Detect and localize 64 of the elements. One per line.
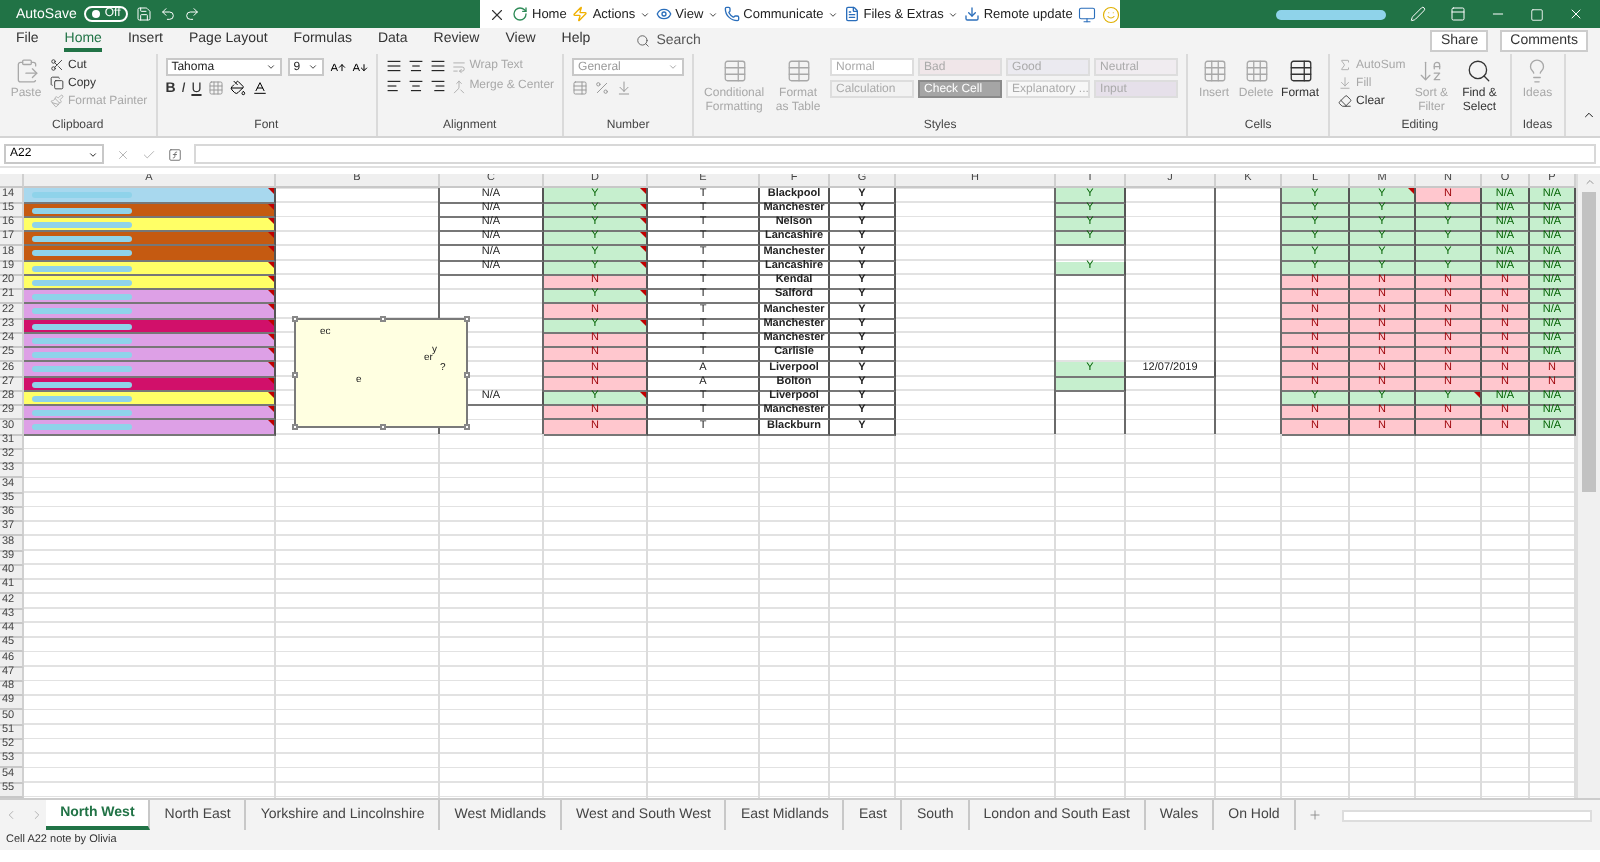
redo-icon — [184, 6, 201, 22]
sort-icon — [1418, 58, 1445, 84]
function-icon — [168, 147, 182, 161]
eye-icon — [655, 6, 672, 22]
phone-icon — [723, 6, 740, 22]
search-icon — [1466, 58, 1493, 84]
save-icon — [136, 6, 153, 22]
align-middle-icon — [407, 58, 424, 74]
scroll-up-icon — [1583, 176, 1595, 188]
paintbrush-icon — [50, 94, 64, 108]
wrap-text-icon — [451, 59, 466, 73]
increase-font-icon — [329, 59, 346, 75]
close-icon — [1568, 6, 1584, 22]
select-all-corner[interactable] — [0, 174, 24, 189]
lightning-icon — [572, 6, 589, 22]
clipboard-icon — [13, 58, 39, 84]
fill-icon — [1338, 76, 1353, 90]
caret-icon — [707, 9, 718, 19]
percent-icon — [594, 80, 611, 96]
next-sheet-icon — [29, 808, 44, 822]
maximize-icon — [1530, 7, 1544, 21]
ribbon-display-icon — [1450, 6, 1466, 22]
cancel-icon — [116, 147, 130, 161]
decrease-font-icon — [351, 59, 368, 75]
caret-icon — [827, 9, 838, 19]
eraser-icon — [1338, 94, 1353, 108]
table-icon — [785, 58, 812, 84]
font-color-icon — [251, 80, 268, 96]
fill-color-icon — [229, 80, 246, 96]
enter-icon — [142, 147, 156, 161]
caret-icon — [639, 9, 650, 19]
caret-icon — [668, 62, 679, 72]
align-right-icon — [429, 78, 446, 94]
previous-sheet-icon — [3, 808, 18, 822]
search-icon — [636, 34, 651, 48]
formula-input[interactable] — [194, 144, 1596, 164]
copy-icon — [50, 76, 64, 90]
borders-icon — [207, 80, 224, 96]
caret-icon — [947, 9, 958, 19]
refresh-icon — [512, 6, 528, 22]
document-icon — [843, 6, 860, 22]
caret-icon — [265, 62, 276, 72]
redaction-scribble — [1276, 9, 1386, 19]
align-left-icon — [385, 78, 402, 94]
horizontal-scrollbar[interactable] — [1341, 809, 1592, 821]
undo-icon — [160, 6, 177, 22]
delete-cells-icon — [1243, 58, 1270, 84]
download-icon — [963, 6, 980, 22]
insert-cells-icon — [1201, 58, 1228, 84]
smiley-icon — [1102, 5, 1121, 23]
align-center-icon — [407, 78, 424, 94]
caret-icon — [88, 149, 98, 159]
caret-icon — [307, 62, 318, 72]
merge-icon — [451, 79, 466, 93]
pen-icon — [1410, 6, 1426, 22]
monitor-icon — [1078, 5, 1097, 23]
sigma-icon — [1338, 58, 1353, 72]
close-icon — [488, 5, 506, 23]
scrollbar-thumb[interactable] — [1582, 192, 1596, 492]
format-cells-icon — [1287, 58, 1314, 84]
collapse-icon — [1582, 108, 1596, 122]
scissors-icon — [50, 58, 64, 72]
add-sheet-icon — [1307, 808, 1322, 822]
conditional-format-icon — [721, 58, 748, 84]
